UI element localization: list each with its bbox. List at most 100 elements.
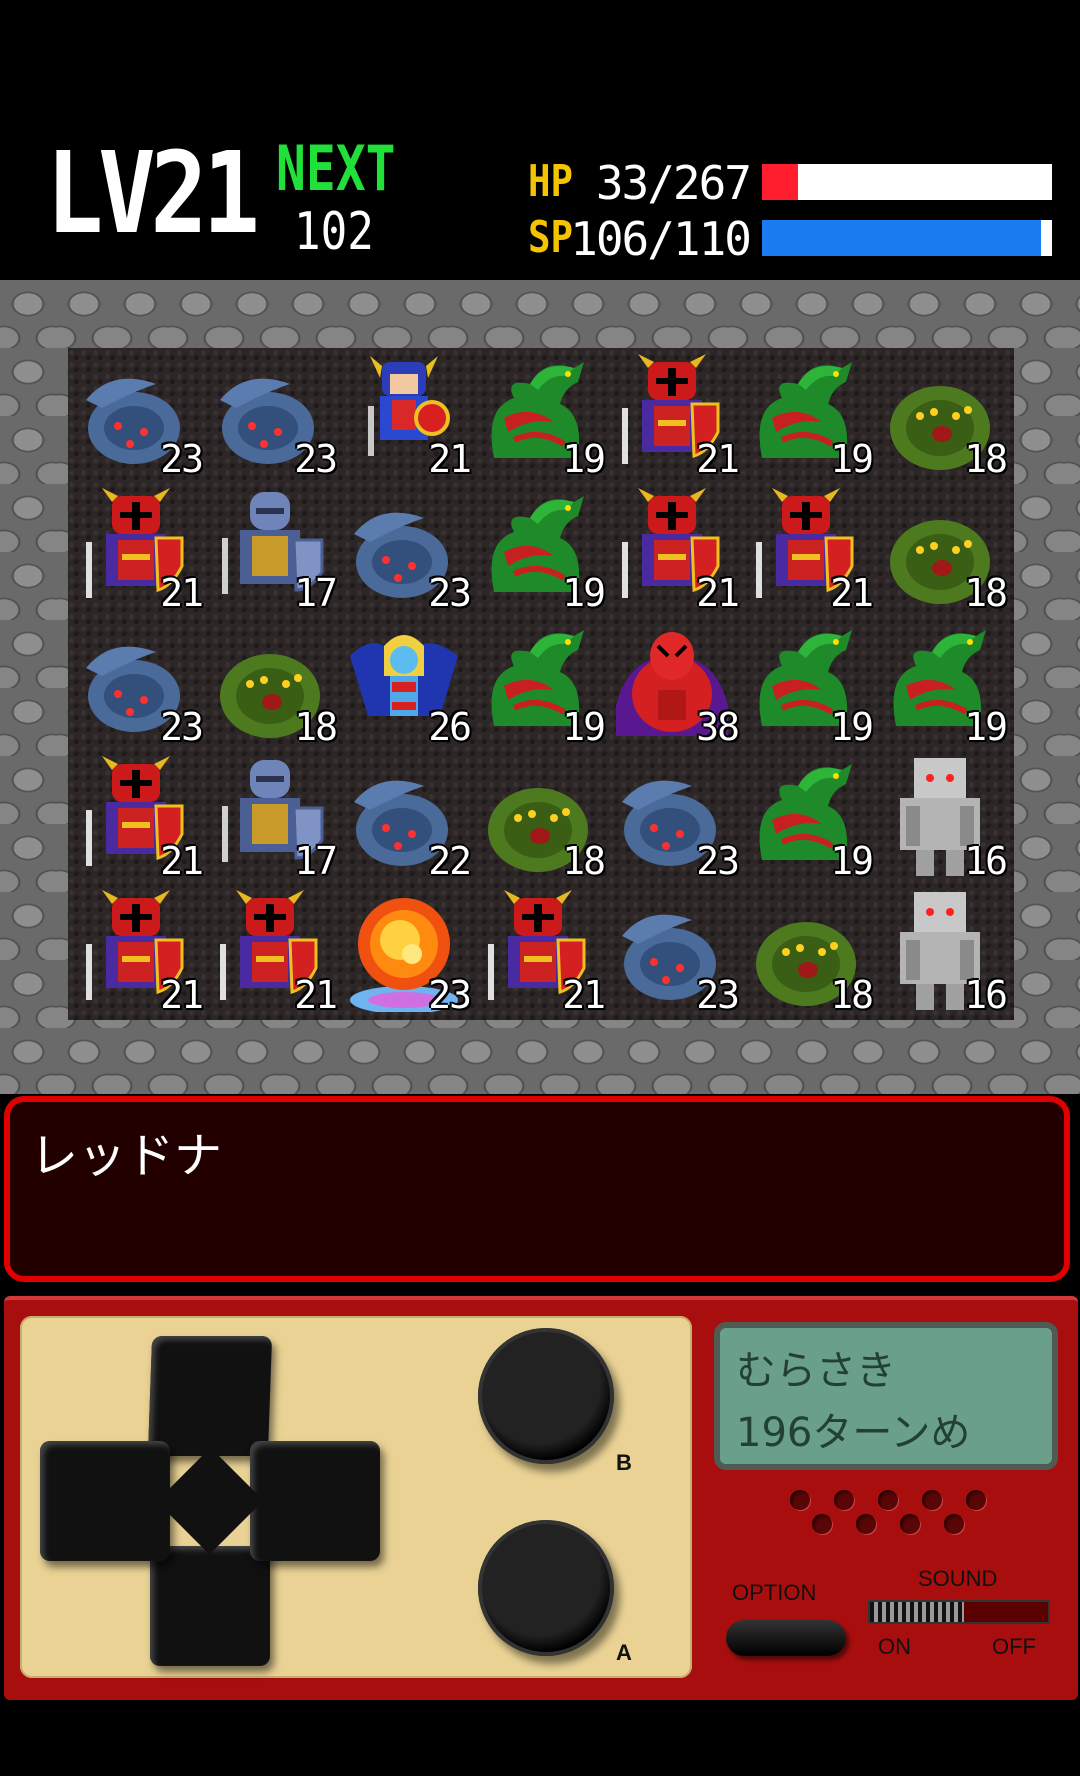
monster-level: 18	[964, 437, 1008, 481]
dpad-icon[interactable]	[40, 1336, 380, 1666]
hp-bar-fill	[762, 164, 798, 200]
board-cell[interactable]: 17	[206, 750, 340, 884]
monster-level: 23	[696, 973, 740, 1017]
a-button-label: A	[616, 1640, 632, 1665]
monster-level: 18	[964, 571, 1008, 615]
monster-level: 21	[160, 839, 204, 883]
monster-level: 19	[562, 571, 606, 615]
board-cell[interactable]: 21	[742, 482, 876, 616]
lcd-turn-count: 196ターンめ	[736, 1410, 971, 1456]
board-cell[interactable]: 18	[876, 482, 1010, 616]
b-button-label: B	[616, 1450, 632, 1475]
monster-level: 19	[562, 437, 606, 481]
board-cell[interactable]: 23	[340, 884, 474, 1018]
sound-on-label: ON	[878, 1634, 911, 1659]
board-cell[interactable]: 21	[206, 884, 340, 1018]
monster-level: 19	[830, 839, 874, 883]
option-button[interactable]	[726, 1620, 846, 1656]
sound-slider-fill[interactable]	[870, 1602, 965, 1622]
next-exp-value: 102	[294, 202, 374, 262]
monster-level: 21	[160, 973, 204, 1017]
monster-level: 18	[830, 973, 874, 1017]
monster-level: 21	[294, 973, 338, 1017]
b-button[interactable]	[478, 1328, 614, 1464]
a-button[interactable]	[478, 1520, 614, 1656]
board-cell[interactable]: 19	[474, 482, 608, 616]
board-cell[interactable]: 23	[608, 884, 742, 1018]
sound-slider[interactable]	[868, 1600, 1050, 1624]
sp-value: 106/110	[570, 212, 752, 266]
dungeon-wall: 23 23 21 19 21 19 18 21 17 23 19 21 21 18 23 18 26 19 38 19…	[0, 280, 1080, 1094]
dpad-left-button[interactable]	[40, 1441, 170, 1561]
monster-level: 23	[160, 437, 204, 481]
speaker-hole	[922, 1490, 942, 1510]
speaker-hole	[878, 1490, 898, 1510]
monster-level: 38	[696, 705, 740, 749]
board-cell[interactable]: 19	[742, 348, 876, 482]
board-cell[interactable]: 23	[340, 482, 474, 616]
controller-panel: B A むらさき 196ターンめ OPTION SOUND ON OFF	[4, 1296, 1078, 1700]
board-cell[interactable]: 18	[474, 750, 608, 884]
board-cell[interactable]: 21	[72, 884, 206, 1018]
board-cell[interactable]: 21	[72, 482, 206, 616]
status-header: LV21 NEXT 102 HP 33/267 SP 106/110	[0, 0, 1080, 280]
monster-level: 23	[294, 437, 338, 481]
speaker-hole	[856, 1514, 876, 1534]
board-cell[interactable]: 19	[742, 750, 876, 884]
lcd-screen: むらさき 196ターンめ	[714, 1322, 1058, 1470]
level-label: LV	[46, 129, 156, 259]
board-cell[interactable]: 23	[72, 616, 206, 750]
message-text: レッドナ	[30, 1128, 223, 1184]
board-cell[interactable]: 19	[742, 616, 876, 750]
board-cell[interactable]: 21	[340, 348, 474, 482]
board-cell[interactable]: 38	[608, 616, 742, 750]
board-cell[interactable]: 19	[474, 348, 608, 482]
board-cell[interactable]: 19	[474, 616, 608, 750]
dpad-down-button[interactable]	[150, 1546, 270, 1666]
pad-panel: B A	[20, 1316, 692, 1678]
board-cell[interactable]: 26	[340, 616, 474, 750]
board-cell[interactable]: 21	[72, 750, 206, 884]
monster-level: 16	[964, 973, 1008, 1017]
sound-label: SOUND	[918, 1566, 998, 1591]
board-cell[interactable]: 18	[876, 348, 1010, 482]
board-cell[interactable]: 23	[72, 348, 206, 482]
sp-bar	[762, 220, 1052, 256]
speaker-hole	[900, 1514, 920, 1534]
board-cell[interactable]: 23	[608, 750, 742, 884]
dpad-right-button[interactable]	[250, 1441, 380, 1561]
monster-level: 23	[160, 705, 204, 749]
level-display: LV21	[46, 138, 260, 250]
board-cell[interactable]: 16	[876, 884, 1010, 1018]
monster-level: 17	[294, 571, 338, 615]
monster-level: 21	[830, 571, 874, 615]
board-cell[interactable]: 17	[206, 482, 340, 616]
board-cell[interactable]: 23	[206, 348, 340, 482]
monster-level: 23	[696, 839, 740, 883]
monster-level: 21	[160, 571, 204, 615]
monster-level: 26	[428, 705, 472, 749]
hp-bar	[762, 164, 1052, 200]
board-cell[interactable]: 18	[206, 616, 340, 750]
monster-level: 19	[562, 705, 606, 749]
monster-level: 21	[428, 437, 472, 481]
monster-level: 21	[562, 973, 606, 1017]
board-cell[interactable]: 21	[608, 348, 742, 482]
board-cell[interactable]: 22	[340, 750, 474, 884]
monster-level: 17	[294, 839, 338, 883]
monster-level: 19	[830, 705, 874, 749]
board-cell[interactable]: 21	[474, 884, 608, 1018]
monster-level: 22	[428, 839, 472, 883]
board-cell[interactable]: 19	[876, 616, 1010, 750]
sound-off-label: OFF	[992, 1634, 1036, 1659]
monster-level: 21	[696, 437, 740, 481]
game-board: 23 23 21 19 21 19 18 21 17 23 19 21 21 18 23 18 26 19 38 19…	[68, 348, 1014, 1020]
board-cell[interactable]: 18	[742, 884, 876, 1018]
board-cell[interactable]: 21	[608, 482, 742, 616]
speaker-hole	[966, 1490, 986, 1510]
dpad-up-button[interactable]	[147, 1336, 273, 1456]
lcd-name: むらさき	[736, 1348, 896, 1394]
level-value: 21	[150, 129, 260, 259]
board-cell[interactable]: 16	[876, 750, 1010, 884]
monster-level: 19	[830, 437, 874, 481]
